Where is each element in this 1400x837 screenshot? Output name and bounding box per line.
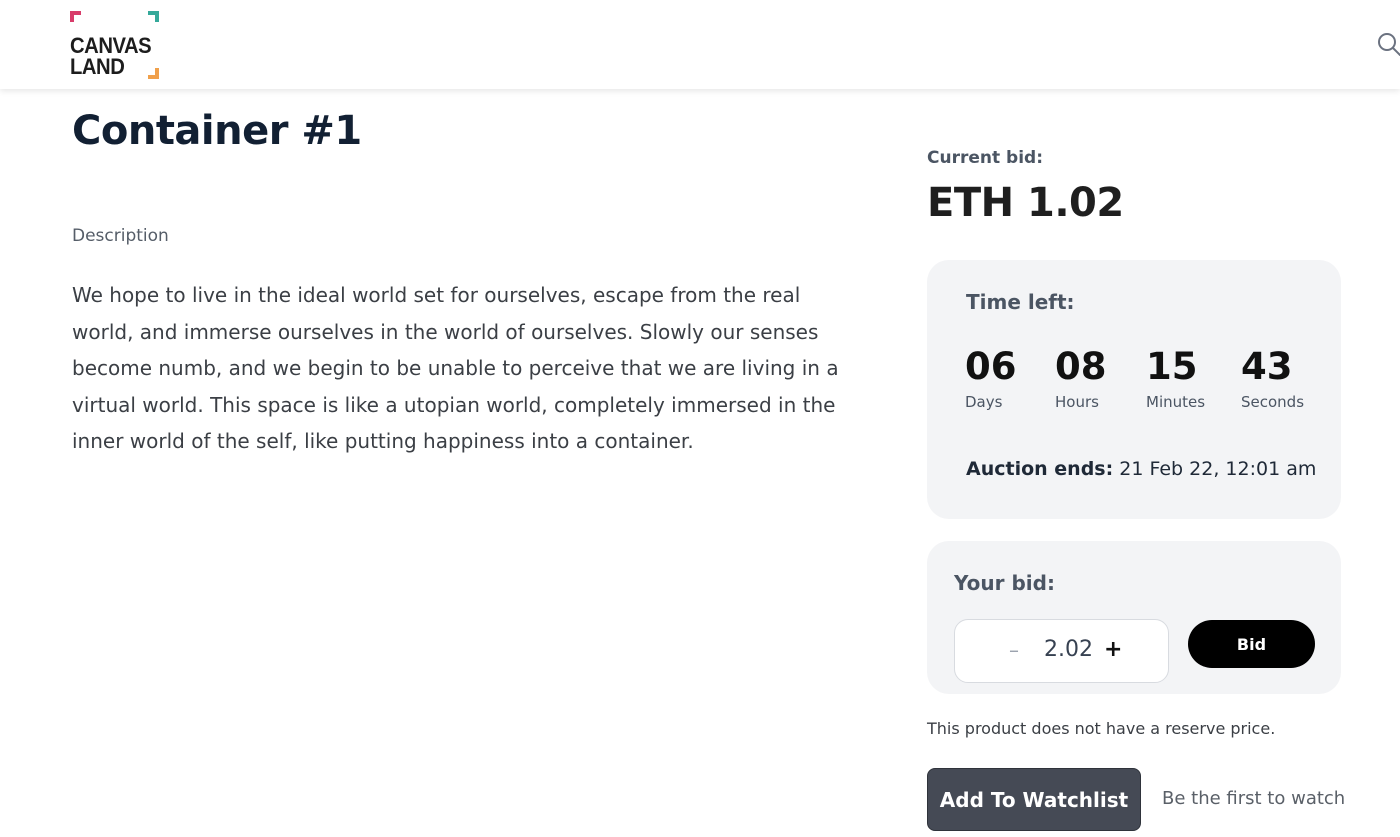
your-bid-label: Your bid: bbox=[954, 571, 1055, 595]
bid-amount-stepper[interactable]: – 2.02 + bbox=[954, 619, 1169, 683]
countdown-hours: 08 Hours bbox=[1055, 345, 1107, 411]
hours-label: Hours bbox=[1055, 393, 1099, 411]
minutes-label: Minutes bbox=[1146, 393, 1206, 411]
days-label: Days bbox=[965, 393, 1003, 411]
auction-ends-label: Auction ends: bbox=[966, 458, 1114, 480]
seconds-value: 43 bbox=[1241, 345, 1293, 388]
bid-button[interactable]: Bid bbox=[1188, 620, 1315, 668]
logo-line-2: LAND bbox=[70, 54, 125, 79]
watch-count-text: Be the first to watch bbox=[1162, 788, 1346, 809]
minutes-value: 15 bbox=[1146, 345, 1198, 388]
current-bid-label: Current bid: bbox=[927, 148, 1043, 168]
countdown-seconds: 43 Seconds bbox=[1241, 345, 1304, 411]
logo-corner-teal bbox=[148, 11, 159, 22]
seconds-label: Seconds bbox=[1241, 393, 1305, 411]
time-left-label: Time left: bbox=[966, 290, 1075, 314]
add-to-watchlist-button[interactable]: Add To Watchlist bbox=[927, 768, 1141, 831]
bid-amount-value[interactable]: 2.02 bbox=[1044, 637, 1093, 662]
canvas-land-logo[interactable]: CANVAS LAND bbox=[70, 11, 159, 79]
logo-corner-pink bbox=[70, 11, 81, 22]
countdown-panel: Time left: 06 Days 08 Hours 15 Minutes 4… bbox=[927, 260, 1341, 519]
logo-line-1: CANVAS bbox=[70, 33, 152, 58]
description-text: We hope to live in the ideal world set f… bbox=[72, 283, 839, 453]
reserve-price-note: This product does not have a reserve pri… bbox=[927, 719, 1276, 738]
increment-button[interactable]: + bbox=[1104, 637, 1122, 662]
search-icon[interactable] bbox=[1377, 31, 1400, 57]
logo-wordmark: CANVAS LAND bbox=[70, 33, 152, 79]
decrement-button[interactable]: – bbox=[1009, 638, 1019, 662]
hours-value: 08 bbox=[1055, 345, 1107, 388]
product-title: Container #1 bbox=[72, 108, 362, 154]
days-value: 06 bbox=[965, 345, 1017, 388]
description-label: Description bbox=[72, 226, 169, 246]
your-bid-panel: Your bid: – 2.02 + Bid bbox=[927, 541, 1341, 694]
countdown-days: 06 Days bbox=[965, 345, 1017, 411]
auction-ends-value: 21 Feb 22, 12:01 am bbox=[1119, 458, 1317, 480]
auction-ends: Auction ends: 21 Feb 22, 12:01 am bbox=[966, 458, 1316, 480]
countdown-minutes: 15 Minutes bbox=[1146, 345, 1205, 411]
site-header: CANVAS LAND bbox=[0, 0, 1400, 89]
current-bid-value: ETH 1.02 bbox=[927, 180, 1124, 226]
